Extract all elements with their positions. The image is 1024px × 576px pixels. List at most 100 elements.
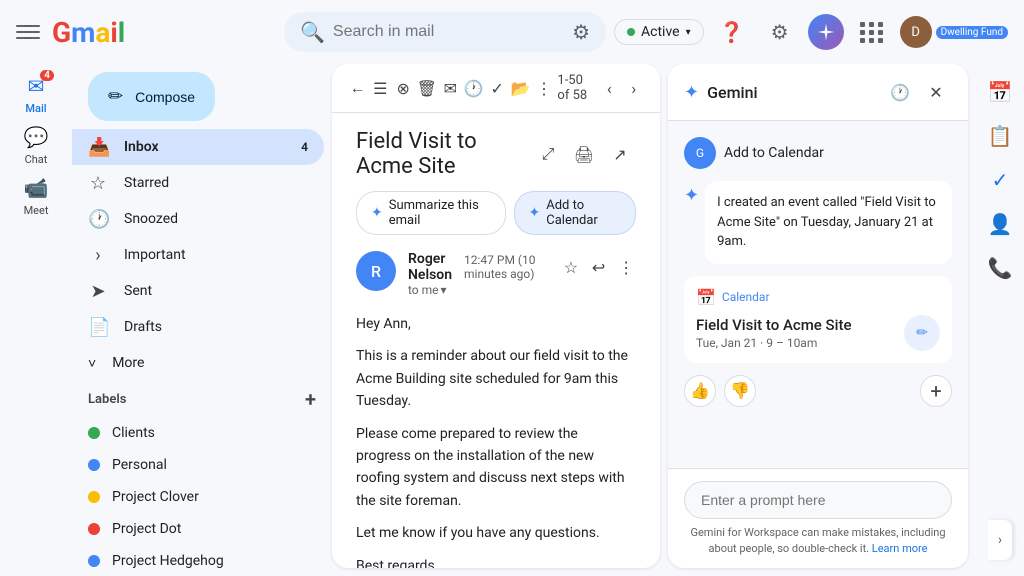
calendar-card-header: 📅 Calendar [696, 288, 940, 307]
calendar-sidebar-btn[interactable]: 📅 [980, 72, 1020, 112]
search-filter-icon[interactable]: ⚙ [572, 20, 590, 44]
move-to-button[interactable]: 📂 [511, 72, 531, 104]
gemini-message: I created an event called "Field Visit t… [705, 181, 952, 264]
chat-nav-item[interactable]: 💬 Chat [16, 123, 56, 166]
thumbs-up-button[interactable]: 👍 [684, 375, 716, 407]
important-icon: › [88, 245, 108, 266]
thumbs-down-button[interactable]: 👎 [724, 375, 756, 407]
clients-dot [88, 427, 100, 439]
snooze-button[interactable]: 🕐 [464, 72, 484, 104]
starred-nav-item[interactable]: ☆ Starred [72, 165, 324, 201]
gemini-body: G Add to Calendar ✦ I created an event c… [668, 121, 968, 468]
search-bar[interactable]: 🔍 ⚙ [284, 12, 606, 52]
sent-nav-item[interactable]: ➤ Sent [72, 273, 324, 309]
next-email-button[interactable]: › [623, 72, 644, 104]
prompt-input[interactable] [684, 481, 952, 519]
help-icon[interactable]: ❓ [712, 12, 752, 52]
gemini-button[interactable] [808, 14, 844, 50]
gemini-header-icons: 🕐 ✕ [884, 76, 952, 108]
clients-label: Clients [112, 425, 155, 441]
label-personal[interactable]: Personal [72, 449, 324, 481]
add-button[interactable]: + [920, 375, 952, 407]
more-nav-item[interactable]: ˅ More [72, 345, 332, 381]
email-subject-text: Field Visit to Acme Site [356, 129, 524, 179]
personal-label: Personal [112, 457, 167, 473]
feedback-row: 👍 👎 + [684, 375, 952, 407]
summarize-label: Summarize this email [389, 198, 491, 228]
account-avatar-area[interactable]: D Dwelling Fund [900, 16, 1008, 48]
important-nav-item[interactable]: › Important [72, 237, 324, 273]
nav-right: Active ▾ ❓ ⚙ D Dwelling Fund [614, 12, 1008, 52]
status-dot [627, 28, 635, 36]
prev-email-button[interactable]: ‹ [599, 72, 620, 104]
open-in-new-icon[interactable]: ↗ [604, 138, 636, 170]
expand-sidebar-btn[interactable]: › [988, 520, 1012, 568]
compose-icon: ✏ [108, 86, 123, 107]
label-project-clover[interactable]: Project Clover [72, 481, 324, 513]
sender-to: to me ▾ [408, 283, 452, 297]
thumbs-row: 👍 👎 [684, 375, 756, 407]
inbox-label: Inbox [124, 139, 159, 155]
email-greeting: Hey Ann, [356, 313, 636, 335]
topnav: Gmail 🔍 ⚙ Active ▾ ❓ ⚙ D [0, 0, 1024, 64]
learn-more-link[interactable]: Learn more [872, 542, 928, 555]
more-email-icon[interactable]: ⋮ [616, 251, 636, 283]
label-clients[interactable]: Clients [72, 417, 324, 449]
topnav-left: Gmail [16, 16, 276, 49]
keep-sidebar-btn[interactable]: ✓ [980, 160, 1020, 200]
more-actions-button[interactable]: ⋮ [535, 72, 554, 104]
chat-icon-wrapper: 💬 [16, 123, 56, 151]
mark-unread-button[interactable]: ✉ [441, 72, 460, 104]
hamburger-menu[interactable] [16, 20, 40, 44]
left-icon-bar: ✉ 4 Mail 💬 Chat 📹 Meet [0, 64, 72, 576]
back-button[interactable]: ← [348, 72, 367, 104]
gemini-title: Gemini [707, 83, 876, 102]
drafts-icon: 📄 [88, 317, 108, 338]
phone-sidebar-btn[interactable]: 📞 [980, 248, 1020, 288]
inbox-badge: 4 [301, 140, 308, 154]
calendar-event-row: Field Visit to Acme Site Tue, Jan 21 · 9… [696, 315, 940, 351]
drafts-nav-item[interactable]: 📄 Drafts [72, 309, 324, 345]
gemini-disclaimer: Gemini for Workspace can make mistakes, … [684, 525, 952, 556]
report-spam-button[interactable]: ⊗ [394, 72, 413, 104]
delete-button[interactable]: 🗑 [417, 72, 437, 104]
add-task-button[interactable]: ✓ [488, 72, 507, 104]
snoozed-nav-item[interactable]: 🕐 Snoozed [72, 201, 324, 237]
chevron-small-icon[interactable]: ▾ [441, 283, 447, 297]
star-icon[interactable]: ☆ [561, 251, 581, 283]
reply-quick-icon[interactable]: ↩ [589, 251, 609, 283]
edit-event-button[interactable]: ✏ [904, 315, 940, 351]
labels-section: Labels + [72, 381, 332, 417]
compose-label: Compose [135, 89, 195, 105]
mail-nav-item[interactable]: ✉ 4 Mail [16, 72, 56, 115]
contacts-sidebar-btn[interactable]: 👤 [980, 204, 1020, 244]
compose-button[interactable]: ✏ Compose [88, 72, 215, 121]
settings-icon[interactable]: ⚙ [760, 12, 800, 52]
email-timestamp: 12:47 PM (10 minutes ago) [464, 253, 553, 281]
add-label-icon[interactable]: + [305, 387, 316, 411]
snoozed-label: Snoozed [124, 211, 178, 227]
gemini-close-icon[interactable]: ✕ [920, 76, 952, 108]
search-input[interactable] [333, 23, 564, 41]
summarize-chip[interactable]: ✦ Summarize this email [356, 191, 506, 235]
chat-nav-label: Chat [25, 153, 48, 166]
expand-icon[interactable]: ⤢ [532, 138, 564, 170]
tasks-sidebar-btn[interactable]: 📋 [980, 116, 1020, 156]
project-hedgehog-label: Project Hedgehog [112, 553, 224, 569]
inbox-nav-item[interactable]: 📥 Inbox 4 [72, 129, 324, 165]
meet-nav-item[interactable]: 📹 Meet [16, 174, 56, 217]
archive-button[interactable]: ☰ [371, 72, 390, 104]
label-project-dot[interactable]: Project Dot [72, 513, 324, 545]
more-icon: ˅ [88, 355, 96, 372]
calendar-label: Calendar [722, 290, 770, 304]
label-project-hedgehog[interactable]: Project Hedgehog [72, 545, 324, 576]
calendar-event-date: Tue, Jan 21 · 9 – 10am [696, 336, 852, 350]
main-body: ✉ 4 Mail 💬 Chat 📹 Meet ✏ Compose 📥 Inbox [0, 64, 1024, 576]
email-toolbar: ← ☰ ⊗ 🗑 ✉ 🕐 ✓ 📂 ⋮ 1-50 of 58 ‹ › [332, 64, 660, 113]
add-calendar-chip[interactable]: ✦ Add to Calendar [514, 191, 636, 235]
status-pill[interactable]: Active ▾ [614, 19, 704, 45]
apps-icon[interactable] [852, 12, 892, 52]
starred-label: Starred [124, 175, 169, 191]
print-icon[interactable]: 🖨 [568, 138, 600, 170]
gemini-history-icon[interactable]: 🕐 [884, 76, 916, 108]
